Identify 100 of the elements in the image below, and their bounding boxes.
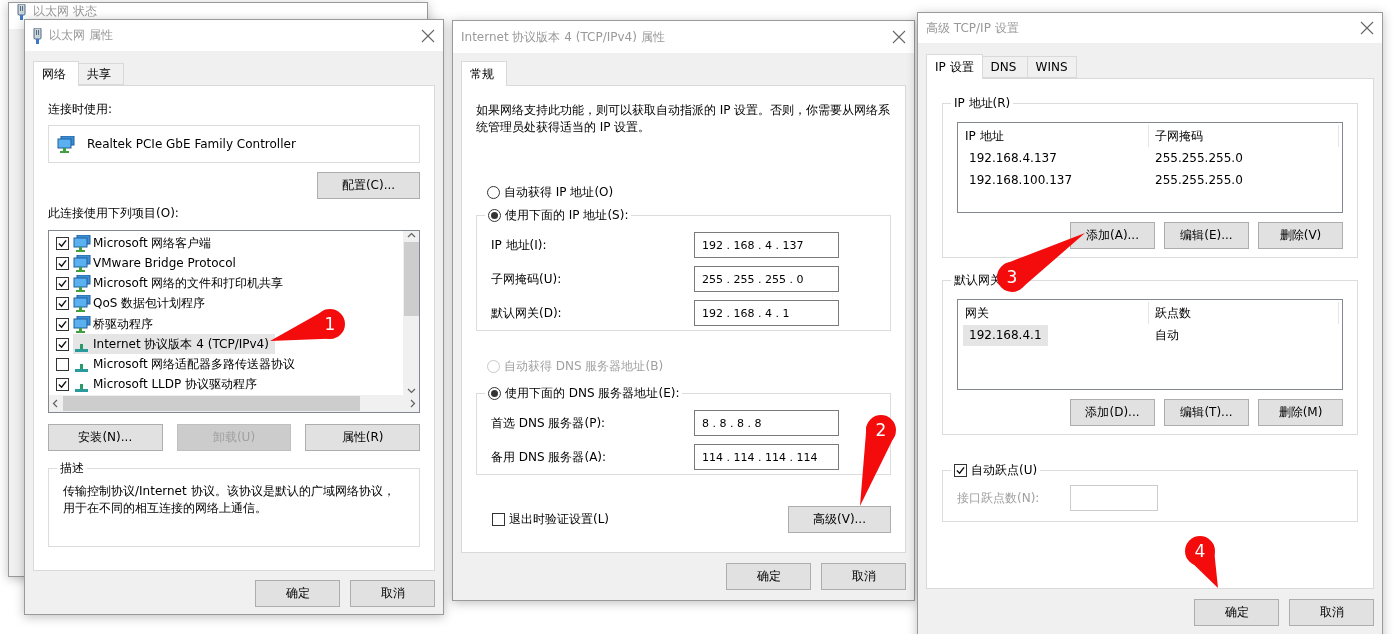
table-cell-text: 255.255.255.0 (1154, 172, 1244, 189)
horizontal-scrollbar[interactable] (49, 395, 419, 412)
tab[interactable]: 共享 (78, 63, 124, 85)
network-component-icon (73, 234, 91, 252)
metric-field[interactable] (1070, 485, 1158, 511)
radio-button[interactable] (488, 387, 501, 400)
scroll-left-icon[interactable] (51, 399, 60, 408)
action-button[interactable]: 属性(R) (305, 424, 420, 451)
checkbox[interactable] (492, 513, 505, 526)
protocol-icon (75, 343, 88, 352)
component-item[interactable]: Microsoft 网络的文件和打印机共享 (73, 273, 290, 294)
checkbox[interactable] (56, 277, 69, 291)
close-icon[interactable] (421, 28, 435, 43)
action-button[interactable]: 添加(D)... (1070, 399, 1155, 426)
component-item[interactable]: Microsoft 网络客户端 (73, 233, 218, 254)
action-button[interactable]: 删除(V) (1258, 222, 1343, 249)
section-label: 连接时使用: (48, 101, 114, 118)
scroll-up-icon[interactable] (406, 231, 416, 240)
ok-button[interactable]: 确定 (726, 563, 811, 590)
tab[interactable]: 网络 (33, 61, 79, 86)
table-cell[interactable]: 192.168.4.137 (963, 147, 1063, 169)
scroll-right-icon[interactable] (408, 399, 417, 408)
column-header[interactable]: 跃点数 (1149, 302, 1339, 324)
ok-button[interactable]: 确定 (255, 580, 340, 607)
intro-text: 如果网络支持此功能，则可以获取自动指派的 IP 设置。否则，你需要从网络系统管理员处获得适当的 IP 设置。 (476, 102, 891, 136)
column-header[interactable]: IP 地址 (959, 125, 1149, 147)
column-header[interactable]: 网关 (959, 302, 1149, 324)
ip-address-field[interactable]: 255 . 255 . 255 . 0 (694, 266, 839, 292)
scroll-down-icon[interactable] (406, 386, 416, 395)
radio-label: 自动获得 IP 地址(O) (504, 184, 614, 201)
component-item[interactable]: Microsoft LLDP 协议驱动程序 (73, 374, 264, 395)
action-button[interactable]: 编辑(T)... (1164, 399, 1249, 426)
radio-label: 使用下面的 DNS 服务器地址(E): (505, 385, 680, 402)
field-label: 备用 DNS 服务器(A): (491, 448, 608, 466)
vertical-scrollbar[interactable] (403, 231, 419, 395)
table-cell-text: 自动 (1154, 326, 1180, 344)
tab[interactable]: 常规 (461, 61, 507, 86)
table-cell[interactable]: 192.168.100.137 (963, 169, 1079, 191)
window-title: 以太网 属性 (49, 27, 114, 44)
protocol-icon (75, 384, 88, 393)
protocol-icon (75, 364, 88, 373)
network-component-icon (73, 275, 91, 293)
window-title: 高级 TCP/IP 设置 (926, 19, 1020, 37)
component-item[interactable]: 桥驱动程序 (73, 314, 159, 335)
network-component-icon (73, 254, 91, 272)
close-icon[interactable] (892, 30, 906, 44)
component-item[interactable]: Microsoft 网络适配器多路传送器协议 (73, 354, 302, 375)
ip-address-field[interactable]: 8 . 8 . 8 . 8 (694, 410, 839, 436)
action-button[interactable]: 添加(A)... (1070, 222, 1155, 249)
ip-address-field[interactable]: 192 . 168 . 4 . 1 (694, 300, 839, 326)
checkbox[interactable] (56, 378, 69, 392)
action-button[interactable]: 删除(M) (1258, 399, 1343, 426)
window-title: 以太网 状态 (33, 4, 98, 18)
checkbox[interactable] (56, 358, 69, 372)
description-text: 传输控制协议/Internet 协议。该协议是默认的广域网络协议，用于在不同的相互连接的网络上通信。 (63, 483, 396, 517)
radio-label: 自动获得 DNS 服务器地址(B) (504, 358, 664, 375)
cancel-button[interactable]: 取消 (350, 580, 435, 607)
field-label: 接口跃点数(N): (957, 489, 1041, 507)
checkbox-label: 退出时验证设置(L) (509, 511, 610, 528)
checkbox[interactable] (56, 256, 69, 270)
checkbox[interactable] (56, 297, 69, 311)
radio-button[interactable] (488, 209, 501, 222)
tab[interactable]: IP 设置 (926, 54, 983, 79)
ip-address-field[interactable]: 114 . 114 . 114 . 114 (694, 444, 839, 470)
network-component-icon (73, 295, 91, 313)
window-title: Internet 协议版本 4 (TCP/IPv4) 属性 (461, 28, 666, 46)
table-cell-text: 255.255.255.0 (1154, 150, 1244, 167)
radio-label: 使用下面的 IP 地址(S): (505, 207, 629, 224)
network-plug-icon (17, 4, 26, 20)
advanced-button[interactable]: 高级(V)... (788, 506, 891, 533)
ip-address-field[interactable]: 192 . 168 . 4 . 137 (694, 232, 839, 258)
field-label: 子网掩码(U): (491, 270, 563, 288)
checkbox-label: 自动跃点(U) (971, 462, 1038, 479)
checkbox[interactable] (56, 317, 69, 331)
field-label: 默认网关(D): (491, 304, 563, 322)
action-button[interactable]: 编辑(E)... (1164, 222, 1249, 249)
cancel-button[interactable]: 取消 (1289, 599, 1374, 626)
column-header[interactable]: 子网掩码 (1149, 125, 1339, 147)
tab[interactable]: DNS (981, 56, 1028, 78)
close-icon[interactable] (1360, 21, 1374, 35)
table-cell[interactable]: 192.168.4.1 (963, 324, 1048, 346)
cancel-button[interactable]: 取消 (821, 563, 906, 590)
component-item[interactable]: QoS 数据包计划程序 (73, 293, 212, 314)
component-item[interactable]: VMware Bridge Protocol (73, 253, 242, 274)
network-adapter-icon (57, 135, 75, 153)
checkbox[interactable] (56, 236, 69, 250)
ok-button[interactable]: 确定 (1194, 599, 1279, 626)
checkbox[interactable] (56, 337, 69, 351)
configure-button[interactable]: 配置(C)... (317, 172, 420, 199)
tab[interactable]: WINS (1026, 56, 1077, 78)
checkbox[interactable] (954, 464, 967, 477)
component-item[interactable]: Internet 协议版本 4 (TCP/IPv4) (73, 334, 275, 355)
network-plug-icon (33, 27, 42, 44)
group-label: 描述 (59, 460, 85, 477)
field-label: IP 地址(I): (491, 236, 548, 254)
field-label: 首选 DNS 服务器(P): (491, 414, 607, 432)
radio-button[interactable] (487, 186, 500, 199)
action-button[interactable]: 安装(N)... (48, 424, 163, 451)
group-label: IP 地址(R) (953, 95, 1012, 112)
adapter-name: Realtek PCIe GbE Family Controller (87, 137, 296, 151)
